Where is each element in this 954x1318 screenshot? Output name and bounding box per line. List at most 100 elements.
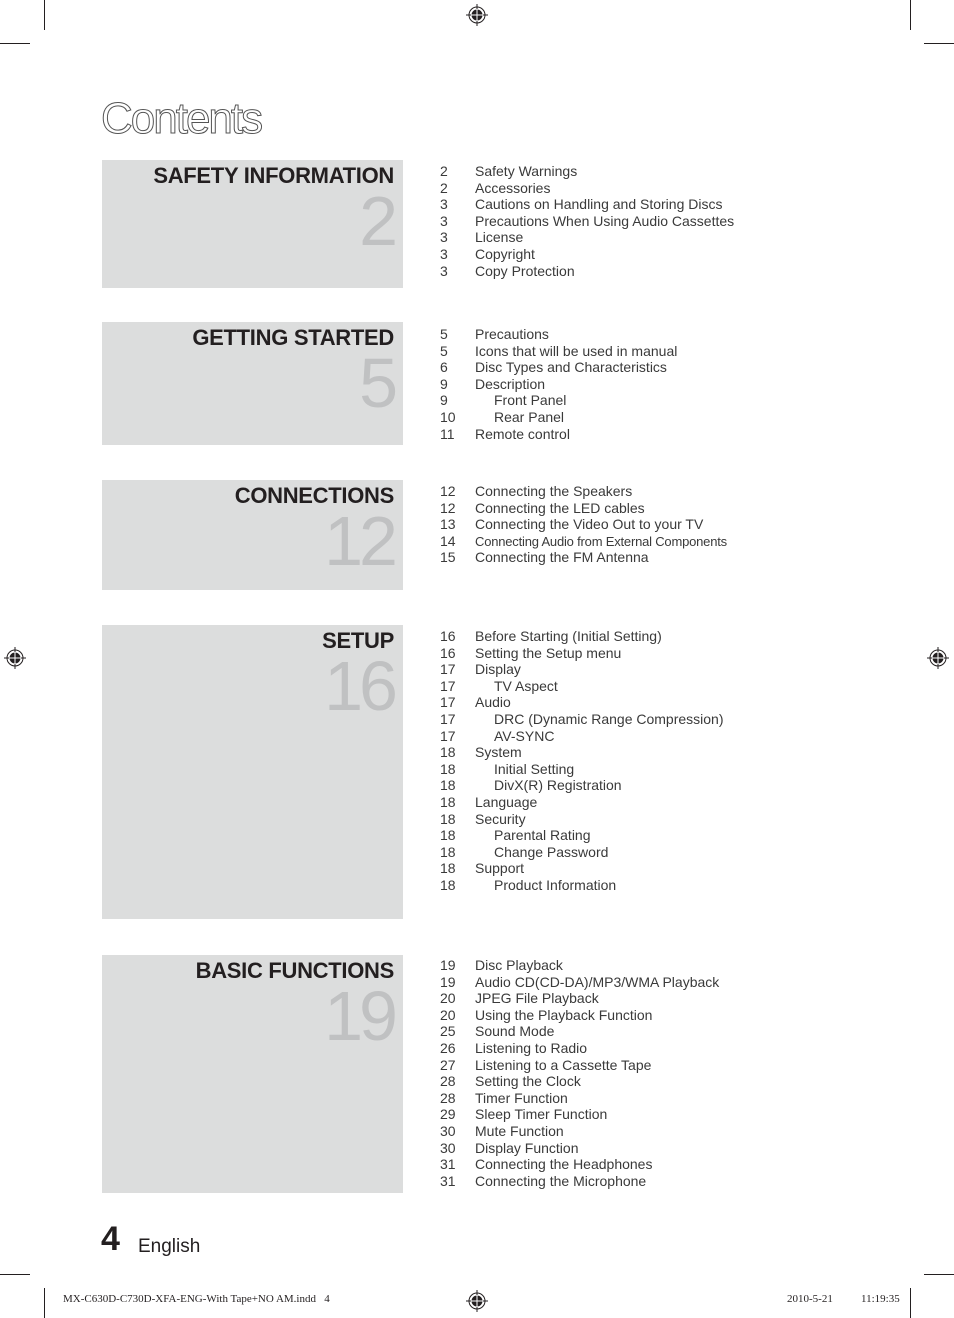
toc-entry[interactable]: 16 Before Starting (Initial Setting) — [440, 628, 724, 645]
toc-entry[interactable]: 3 Cautions on Handling and Storing Discs — [440, 196, 734, 213]
toc-entry-page: 17 — [440, 694, 456, 711]
toc-entry[interactable]: 15 Connecting the FM Antenna — [440, 549, 727, 566]
toc-entry[interactable]: 9 Description — [440, 376, 677, 393]
toc-entry-label: License — [475, 229, 524, 246]
toc-entry-label: Mute Function — [475, 1122, 564, 1139]
toc-entry-page: 3 — [440, 245, 448, 262]
toc-entry-label: DivX(R) Registration — [494, 777, 622, 794]
toc-entry[interactable]: 18 Language — [440, 794, 724, 811]
toc-entry-page: 18 — [440, 876, 456, 893]
toc-entry-label: Timer Function — [475, 1089, 568, 1106]
toc-entry-label: Setting the Setup menu — [475, 644, 622, 661]
toc-entry-page: 18 — [440, 793, 456, 810]
toc-entry[interactable]: 6 Disc Types and Characteristics — [440, 359, 677, 376]
toc-entry-page: 10 — [440, 408, 456, 425]
toc-entry[interactable]: 17 DRC (Dynamic Range Compression) — [440, 711, 724, 728]
toc-entry-label: Change Password — [494, 843, 609, 860]
toc-entry[interactable]: 17 AV-SYNC — [440, 728, 724, 745]
toc-entry-page: 18 — [440, 777, 456, 794]
toc-entry-page: 18 — [440, 810, 456, 827]
toc-entry-page: 12 — [440, 483, 456, 499]
toc-entry-page: 20 — [440, 1006, 456, 1023]
toc-entry[interactable]: 18 Support — [440, 860, 724, 877]
section-page-number: 16 — [324, 647, 398, 725]
toc-entry[interactable]: 18 Security — [440, 811, 724, 828]
toc-entry-label: Product Information — [494, 876, 617, 893]
toc-list-getting-started: 5 Precautions 5 Icons that will be used in … — [440, 326, 677, 442]
toc-entry[interactable]: 17 Display — [440, 661, 724, 678]
toc-entry[interactable]: 3 Copyright — [440, 246, 734, 263]
toc-entry[interactable]: 30 Display Function — [440, 1140, 719, 1157]
registration-mark-left-icon — [4, 647, 26, 669]
toc-entry-page: 19 — [440, 957, 456, 973]
section-panel-basic-functions: BASIC FUNCTIONS 19 — [102, 955, 403, 1193]
toc-entry[interactable]: 17 TV Aspect — [440, 678, 724, 695]
toc-entry[interactable]: 2 Accessories — [440, 180, 734, 197]
crop-mark-top-right-horizontal — [924, 43, 954, 44]
toc-entry[interactable]: 20 Using the Playback Function — [440, 1007, 719, 1024]
toc-entry[interactable]: 14 Connecting Audio from External Compone… — [440, 533, 727, 550]
toc-entry-label: Connecting the FM Antenna — [475, 549, 649, 566]
crop-mark-top-left-horizontal — [0, 43, 30, 44]
toc-entry-page: 26 — [440, 1039, 456, 1056]
toc-entry[interactable]: 9 Front Panel — [440, 392, 677, 409]
toc-entry-label: Connecting the LED cables — [475, 499, 645, 516]
toc-entry[interactable]: 18 DivX(R) Registration — [440, 777, 724, 794]
toc-entry[interactable]: 18 Product Information — [440, 877, 724, 894]
toc-entry[interactable]: 11 Remote control — [440, 426, 677, 443]
toc-list-safety-information: 2 Safety Warnings 2 Accessories 3 Cautions on… — [440, 163, 734, 279]
toc-entry-page: 30 — [440, 1122, 456, 1139]
slug-time: 11:19:35 — [861, 1293, 900, 1305]
toc-entry[interactable]: 3 License — [440, 229, 734, 246]
footer-language: English — [138, 1236, 201, 1257]
toc-entry[interactable]: 19 Disc Playback — [440, 957, 719, 974]
toc-entry[interactable]: 10 Rear Panel — [440, 409, 677, 426]
toc-entry-label: Connecting Audio from External Component… — [475, 533, 727, 549]
toc-entry[interactable]: 18 Change Password — [440, 844, 724, 861]
toc-entry-label: Setting the Clock — [475, 1073, 581, 1090]
toc-entry-label: Language — [475, 793, 538, 810]
toc-entry-label: Icons that will be used in manual — [475, 342, 678, 359]
toc-entry-page: 31 — [440, 1172, 456, 1189]
toc-entry-page: 3 — [440, 262, 448, 279]
toc-entry-label: TV Aspect — [494, 677, 558, 694]
toc-entry[interactable]: 5 Precautions — [440, 326, 677, 343]
toc-entry[interactable]: 2 Safety Warnings — [440, 163, 734, 180]
toc-entry[interactable]: 16 Setting the Setup menu — [440, 645, 724, 662]
toc-entry[interactable]: 20 JPEG File Playback — [440, 990, 719, 1007]
toc-entry[interactable]: 25 Sound Mode — [440, 1023, 719, 1040]
toc-entry[interactable]: 17 Audio — [440, 694, 724, 711]
toc-entry[interactable]: 26 Listening to Radio — [440, 1040, 719, 1057]
toc-entry-label: Cautions on Handling and Storing Discs — [475, 196, 723, 213]
toc-entry-label: Support — [475, 860, 525, 877]
toc-entry-label: Audio CD(CD-DA)/MP3/WMA Playback — [475, 973, 720, 990]
toc-entry[interactable]: 29 Sleep Timer Function — [440, 1106, 719, 1123]
toc-entry[interactable]: 3 Precautions When Using Audio Cassettes — [440, 213, 734, 230]
toc-entry[interactable]: 31 Connecting the Microphone — [440, 1173, 719, 1190]
toc-entry[interactable]: 18 System — [440, 744, 724, 761]
toc-entry[interactable]: 5 Icons that will be used in manual — [440, 343, 677, 360]
toc-entry-label: Precautions — [475, 326, 549, 342]
toc-entry[interactable]: 28 Timer Function — [440, 1090, 719, 1107]
toc-entry[interactable]: 13 Connecting the Video Out to your TV — [440, 516, 727, 533]
toc-entry-page: 16 — [440, 644, 456, 661]
toc-entry[interactable]: 12 Connecting the Speakers — [440, 483, 727, 500]
toc-entry[interactable]: 3 Copy Protection — [440, 263, 734, 280]
toc-entry[interactable]: 18 Parental Rating — [440, 827, 724, 844]
toc-entry-page: 9 — [440, 392, 448, 409]
toc-entry-page: 27 — [440, 1056, 456, 1073]
toc-entry-page: 29 — [440, 1106, 456, 1123]
toc-entry-label: Security — [475, 810, 526, 827]
toc-entry-page: 18 — [440, 827, 456, 844]
toc-entry[interactable]: 12 Connecting the LED cables — [440, 500, 727, 517]
toc-entry[interactable]: 30 Mute Function — [440, 1123, 719, 1140]
toc-entry[interactable]: 28 Setting the Clock — [440, 1073, 719, 1090]
toc-entry-page: 6 — [440, 359, 448, 376]
toc-entry[interactable]: 18 Initial Setting — [440, 761, 724, 778]
toc-entry[interactable]: 31 Connecting the Headphones — [440, 1156, 719, 1173]
toc-entry[interactable]: 27 Listening to a Cassette Tape — [440, 1057, 719, 1074]
section-panel-connections: CONNECTIONS 12 — [102, 480, 403, 590]
toc-entry-label: Connecting the Microphone — [475, 1172, 647, 1189]
toc-entry[interactable]: 19 Audio CD(CD-DA)/MP3/WMA Playback — [440, 974, 719, 991]
toc-entry-page: 2 — [440, 163, 448, 179]
